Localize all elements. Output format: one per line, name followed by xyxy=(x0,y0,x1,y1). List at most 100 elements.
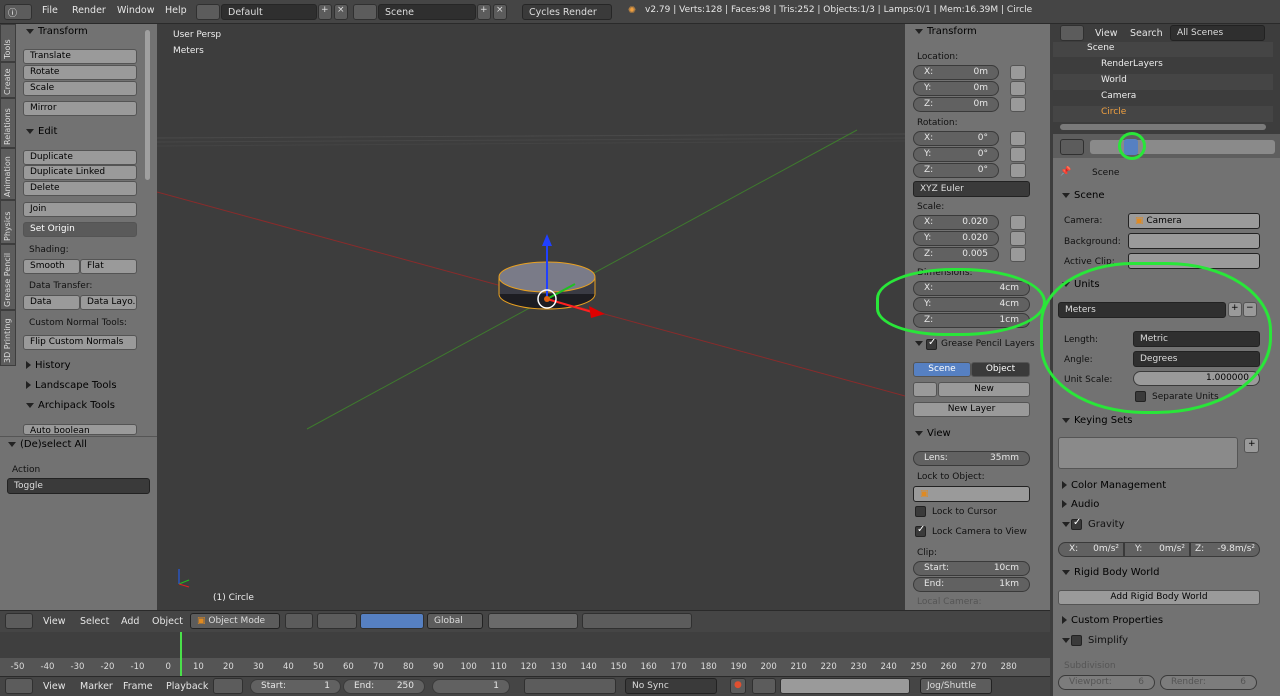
scene-field[interactable]: Scene xyxy=(378,4,476,20)
lens-field[interactable]: Lens: 35mm xyxy=(913,451,1030,466)
gp-scene-tab[interactable]: Scene xyxy=(913,362,971,377)
landscape-tools-header[interactable]: Landscape Tools xyxy=(26,380,117,391)
transform-panel-header[interactable]: Transform xyxy=(26,26,88,37)
location-z-field[interactable]: Z: 0m xyxy=(913,97,999,112)
lock-icon[interactable] xyxy=(1010,163,1026,178)
end-frame-field[interactable]: End: 250 xyxy=(343,679,425,694)
timeline-menu-playback[interactable]: Playback xyxy=(166,681,208,692)
rotation-x-field[interactable]: X: 0° xyxy=(913,131,999,146)
sync-select[interactable]: No Sync xyxy=(625,678,717,694)
scale-x-field[interactable]: X: 0.020 xyxy=(913,215,999,230)
mode-select[interactable]: ▣ Object Mode xyxy=(190,613,280,629)
menu-file[interactable]: File xyxy=(42,5,58,16)
join-button[interactable]: Join xyxy=(23,202,137,217)
view3d-menu-select[interactable]: Select xyxy=(80,616,109,627)
lock-icon[interactable] xyxy=(1010,65,1026,80)
menu-render[interactable]: Render xyxy=(72,5,106,16)
gp-object-tab[interactable]: Object xyxy=(971,362,1030,377)
view3d-menu-view[interactable]: View xyxy=(43,616,66,627)
flat-button[interactable]: Flat xyxy=(80,259,137,274)
outliner-scrollbar[interactable] xyxy=(1060,124,1266,130)
view3d-editor-icon[interactable] xyxy=(5,613,33,629)
layer-buttons[interactable] xyxy=(488,613,578,629)
lock-icon[interactable] xyxy=(1010,231,1026,246)
current-frame-field[interactable]: 1 xyxy=(432,679,510,694)
tab-tools[interactable]: Tools xyxy=(0,24,16,62)
grease-pencil-checkbox[interactable] xyxy=(926,337,937,350)
keying-set-field[interactable] xyxy=(780,678,910,694)
view3d-menu-object[interactable]: Object xyxy=(152,616,183,627)
mirror-button[interactable]: Mirror xyxy=(23,101,137,116)
view3d-menu-add[interactable]: Add xyxy=(121,616,139,627)
n-transform-header[interactable]: Transform xyxy=(915,26,977,37)
location-y-field[interactable]: Y: 0m xyxy=(913,81,999,96)
timeline-menu-frame[interactable]: Frame xyxy=(123,681,153,692)
properties-editor-icon[interactable] xyxy=(1060,139,1084,155)
outliner-item-scene[interactable]: Scene xyxy=(1087,43,1114,53)
rotation-z-field[interactable]: Z: 0° xyxy=(913,163,999,178)
toolshelf-scrollbar[interactable] xyxy=(145,30,150,180)
lock-camera-checkbox[interactable] xyxy=(915,524,926,537)
preview-range-button[interactable] xyxy=(213,678,243,694)
scene-panel-header[interactable]: Scene xyxy=(1062,190,1105,201)
render-engine-select[interactable]: Cycles Render xyxy=(522,4,612,20)
color-management-header[interactable]: Color Management xyxy=(1062,480,1166,491)
outliner-item-circle[interactable]: Circle xyxy=(1101,107,1126,117)
outliner-item-world[interactable]: World xyxy=(1101,75,1127,85)
menu-window[interactable]: Window xyxy=(117,5,154,16)
duplicate-linked-button[interactable]: Duplicate Linked xyxy=(23,165,137,180)
audio-header[interactable]: Audio xyxy=(1062,499,1099,510)
outliner-filter-select[interactable]: All Scenes xyxy=(1170,25,1265,41)
gravity-y-field[interactable]: Y: 0m/s² xyxy=(1124,542,1190,557)
remove-layout-button[interactable]: × xyxy=(334,4,348,20)
auto-boolean-button[interactable]: Auto boolean xyxy=(23,424,137,435)
lock-icon[interactable] xyxy=(1010,97,1026,112)
editor-type-info-button[interactable]: ⓘ xyxy=(4,4,32,20)
playback-controls[interactable] xyxy=(524,678,616,694)
menu-help[interactable]: Help xyxy=(165,5,187,16)
tab-relations[interactable]: Relations xyxy=(0,98,16,148)
lock-icon[interactable] xyxy=(1010,81,1026,96)
rotation-mode-select[interactable]: XYZ Euler xyxy=(913,181,1030,197)
keyframe-type-icon[interactable] xyxy=(752,678,776,694)
scale-button[interactable]: Scale xyxy=(23,81,137,96)
add-layout-button[interactable]: + xyxy=(318,4,332,20)
smooth-button[interactable]: Smooth xyxy=(23,259,80,274)
outliner-editor-icon[interactable] xyxy=(1060,25,1084,41)
remove-scene-button[interactable]: × xyxy=(493,4,507,20)
rotate-button[interactable]: Rotate xyxy=(23,65,137,80)
keying-sets-header[interactable]: Keying Sets xyxy=(1062,415,1132,426)
simplify-checkbox[interactable] xyxy=(1071,635,1082,646)
tab-3d-printing[interactable]: 3D Printing xyxy=(0,310,16,366)
delete-button[interactable]: Delete xyxy=(23,181,137,196)
flip-custom-normals-button[interactable]: Flip Custom Normals xyxy=(23,335,137,350)
scene-icon[interactable] xyxy=(353,4,377,20)
clip-start-field[interactable]: Start: 10cm xyxy=(913,561,1030,576)
operator-title[interactable]: (De)select All xyxy=(8,439,87,450)
pivot-select[interactable] xyxy=(317,613,357,629)
tab-create[interactable]: Create xyxy=(0,62,16,98)
simplify-render-field[interactable]: Render: 6 xyxy=(1160,675,1257,690)
3d-viewport[interactable]: User Persp Meters (1) Circle xyxy=(157,24,905,610)
duplicate-button[interactable]: Duplicate xyxy=(23,150,137,165)
simplify-viewport-field[interactable]: Viewport: 6 xyxy=(1058,675,1155,690)
tab-grease-pencil[interactable]: Grease Pencil xyxy=(0,244,16,310)
location-x-field[interactable]: X: 0m xyxy=(913,65,999,80)
rotation-y-field[interactable]: Y: 0° xyxy=(913,147,999,162)
archipack-tools-header[interactable]: Archipack Tools xyxy=(26,400,115,411)
tab-physics[interactable]: Physics xyxy=(0,200,16,244)
pencil-icon[interactable] xyxy=(913,382,937,397)
outliner-menu-view[interactable]: View xyxy=(1095,28,1118,39)
record-button[interactable]: ● xyxy=(730,678,746,694)
screen-layout-field[interactable]: Default xyxy=(221,4,317,20)
keying-sets-list[interactable] xyxy=(1058,437,1238,469)
timeline-menu-view[interactable]: View xyxy=(43,681,66,692)
rigid-body-header[interactable]: Rigid Body World xyxy=(1062,567,1159,578)
add-rigid-body-button[interactable]: Add Rigid Body World xyxy=(1058,590,1260,605)
outliner-menu-search[interactable]: Search xyxy=(1130,28,1163,39)
history-panel-header[interactable]: History xyxy=(26,360,71,371)
data-button[interactable]: Data xyxy=(23,295,80,310)
manipulator-buttons[interactable] xyxy=(360,613,424,629)
lock-icon[interactable] xyxy=(1010,215,1026,230)
jog-shuttle-button[interactable]: Jog/Shuttle xyxy=(920,678,992,694)
